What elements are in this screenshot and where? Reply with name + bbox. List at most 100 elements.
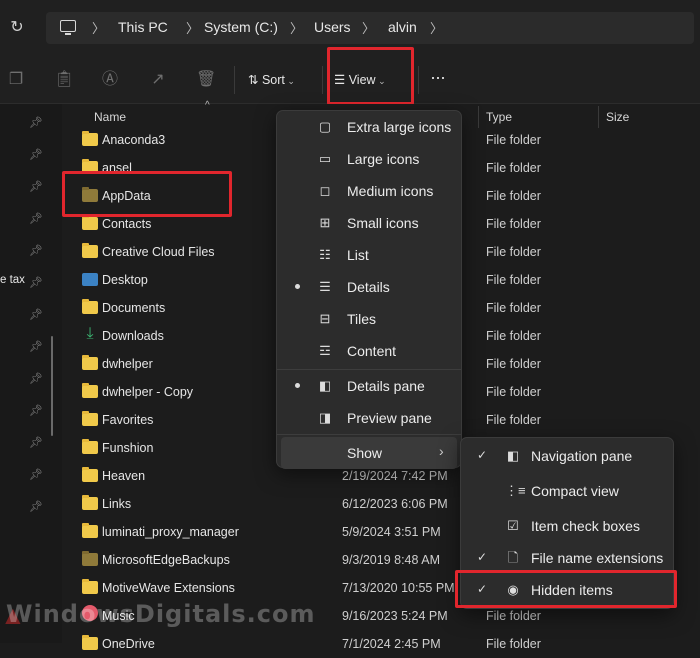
view-menu-item[interactable]: ◻ Medium icons [281,175,457,207]
rename-icon[interactable]: Ⓐ [100,70,120,90]
view-menu-item[interactable]: ▭ Large icons [281,143,457,175]
show-menu-label: Compact view [531,483,619,499]
view-menu-item[interactable]: ☲ Content [281,335,457,367]
show-menu-item[interactable]: ✓ ◧ Navigation pane [465,440,669,472]
pin-icon[interactable]: 📌︎ [29,148,43,161]
view-menu-item[interactable]: ☰ Details [281,271,457,303]
file-name: Creative Cloud Files [102,245,215,259]
view-menu-label: List [347,247,369,263]
watermark: WindowsDigitals.com [6,600,316,628]
share-icon[interactable]: ↗ [148,70,168,90]
downloads-icon: ⤓ [86,325,94,342]
show-label: Show [347,445,383,461]
more-options-button[interactable]: ··· [430,68,454,92]
view-menu-label: Large icons [347,151,420,167]
this-pc-icon [60,20,76,35]
view-menu-label: Tiles [347,311,377,327]
file-date: 5/9/2024 3:51 PM [342,525,441,539]
details-icon: ☰ [319,279,331,294]
chevron-right-icon[interactable]: 〉 [290,18,303,37]
medium-icons-icon: ◻ [319,183,331,198]
folder-icon [82,439,98,454]
file-type: File folder [486,609,541,623]
pane-menu-item[interactable]: ◨ Preview pane [281,402,457,434]
chevron-down-icon: ⌄ [284,76,295,86]
show-menu-label: File name extensions [531,550,664,566]
pin-icon[interactable]: 📌︎ [29,372,43,385]
pin-icon[interactable]: 📌︎ [29,500,43,513]
folder-icon [82,355,98,370]
folder-icon [82,243,98,258]
folder-icon [82,299,98,314]
show-menu-item[interactable]: ⋮≡ Compact view [465,475,669,507]
breadcrumb-alvin[interactable]: alvin [388,19,417,35]
view-menu-label: Small icons [347,215,419,231]
pin-icon[interactable]: 📌︎ [29,276,43,289]
column-header-type[interactable]: Type [486,110,512,124]
file-date: 2/19/2024 7:42 PM [342,469,448,483]
folder-icon [82,411,98,426]
pin-icon[interactable]: 📌︎ [29,436,43,449]
pin-icon[interactable]: 📌︎ [29,180,43,193]
refresh-icon[interactable]: ↻ [6,17,28,39]
file-type: File folder [486,189,541,203]
copy-icon[interactable]: ❐ [6,70,26,90]
pane-menu-item[interactable]: ◧ Details pane [281,370,457,402]
view-highlight-box [327,47,414,105]
pin-icon[interactable]: 📌︎ [29,244,43,257]
pane-menu-label: Preview pane [347,410,432,426]
toolbar-divider [234,66,235,94]
extra-large-icons-icon: ▢ [318,119,332,134]
view-menu-item[interactable]: ⊞ Small icons [281,207,457,239]
menu-divider [277,434,461,435]
view-menu-label: Medium icons [347,183,434,199]
column-header-size[interactable]: Size [606,110,629,124]
file-name: Downloads [102,329,164,343]
column-header-name[interactable]: Name [94,110,126,124]
view-menu-item[interactable]: ☷ List [281,239,457,271]
navigation-pane-icon: ◧ [506,448,520,463]
view-menu-item[interactable]: ▢ Extra large icons [281,111,457,143]
file-type: File folder [486,273,541,287]
chevron-right-icon[interactable]: 〉 [186,18,199,37]
pin-icon[interactable]: 📌︎ [29,468,43,481]
breadcrumb-system-c[interactable]: System (C:) [204,19,278,35]
content-icon: ☲ [319,343,331,358]
nav-scrollbar[interactable] [51,336,53,436]
breadcrumb-users[interactable]: Users [314,19,351,35]
sort-icon: ⇅ [248,73,262,87]
pin-icon[interactable]: 📌︎ [29,340,43,353]
show-menu-item[interactable]: ☑ Item check boxes [465,510,669,542]
delete-icon[interactable]: 🗑︎ [196,70,216,90]
chevron-right-icon[interactable]: 〉 [362,18,375,37]
file-name: Desktop [102,273,148,287]
file-name: Anaconda3 [102,133,166,147]
view-menu-item[interactable]: ⊟ Tiles [281,303,457,335]
file-name: dwhelper - Copy [102,385,194,399]
pin-icon[interactable]: 📌︎ [29,116,43,129]
column-divider[interactable] [598,106,599,128]
folder-icon [82,215,98,230]
chevron-right-icon[interactable]: 〉 [92,18,105,37]
pin-icon[interactable]: 📌︎ [29,308,43,321]
nav-item-label[interactable]: e tax [0,274,25,286]
show-menu-label: Item check boxes [531,518,640,534]
file-type: File folder [486,161,541,175]
pin-icon[interactable]: 📌︎ [29,404,43,417]
file-name: Funshion [102,441,154,455]
pin-icon[interactable]: 📌︎ [29,212,43,225]
sort-button[interactable]: ⇅ Sort ⌄ [248,68,314,92]
table-row[interactable]: OneDrive 7/1/2024 2:45 PM File folder [62,630,700,658]
file-date: 6/12/2023 6:06 PM [342,497,448,511]
file-name: dwhelper [102,357,153,371]
pane-menu-label: Details pane [347,378,425,394]
column-divider[interactable] [478,106,479,128]
file-type: File folder [486,413,541,427]
paste-icon[interactable]: 📋︎ [54,70,74,90]
breadcrumb-this-pc[interactable]: This PC [118,19,168,35]
chevron-right-icon[interactable]: 〉 [430,18,443,37]
show-menu-item[interactable]: Show › [281,437,457,469]
folder-icon [82,131,98,146]
address-bar[interactable]: 〉 This PC 〉 System (C:) 〉 Users 〉 alvin … [46,12,694,44]
folder-icon [82,383,98,398]
